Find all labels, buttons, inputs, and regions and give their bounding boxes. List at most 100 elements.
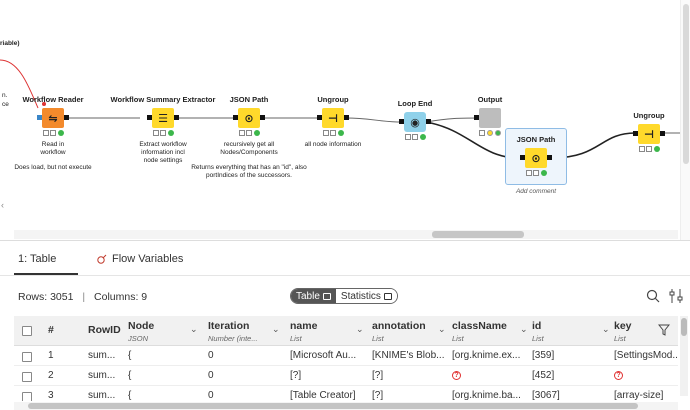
- cell-classname: [org.knime.ex...: [452, 350, 521, 361]
- output-panel: 1: Table Flow Variables Rows: 3051 | Col…: [0, 240, 690, 410]
- search-icon[interactable]: [646, 289, 660, 303]
- cell-node: {: [128, 370, 132, 381]
- cell-key: [SettingsMod...: [614, 350, 678, 361]
- table-horizontal-scrollbar[interactable]: [14, 402, 678, 410]
- chevron-down-icon[interactable]: ⌄: [272, 324, 280, 335]
- cell-classname: [org.knime.ba...: [452, 390, 521, 401]
- output-port[interactable]: [174, 115, 179, 120]
- chevron-down-icon[interactable]: ⌄: [356, 324, 364, 335]
- node-status: [152, 130, 174, 137]
- output-port[interactable]: [64, 115, 69, 120]
- column-header-id[interactable]: id List ⌄: [532, 316, 614, 345]
- node-description: all node information: [304, 141, 362, 148]
- columns-count: Columns: 9: [94, 291, 148, 303]
- cell-iteration: 0: [208, 370, 214, 381]
- canvas-vertical-scrollbar[interactable]: [680, 0, 690, 240]
- column-header-iteration[interactable]: Iteration Number (inte... ⌄: [204, 316, 286, 345]
- node-title: JSON Path: [516, 135, 556, 144]
- scrollbar-thumb[interactable]: [681, 318, 687, 336]
- panel-tabs: 1: Table Flow Variables: [0, 241, 690, 276]
- row-checkbox[interactable]: [22, 392, 32, 401]
- cell-name: [?]: [290, 370, 302, 381]
- row-column-count: Rows: 3051 | Columns: 9: [18, 291, 147, 303]
- node-ungroup-2[interactable]: Ungroup ⊣: [589, 110, 690, 153]
- node-title: Ungroup: [633, 111, 665, 120]
- scrollbar-thumb[interactable]: [432, 231, 524, 238]
- output-port[interactable]: [547, 155, 552, 160]
- view-toggle-statistics[interactable]: Statistics: [335, 289, 397, 303]
- cell-name: [Microsoft Au...: [290, 350, 357, 361]
- row-checkbox[interactable]: [22, 372, 32, 382]
- summary-extractor-icon: ☰: [147, 108, 179, 128]
- column-header-node[interactable]: Node JSON ⌄: [122, 316, 204, 345]
- cell-annotation: [KNIME's Blob...: [372, 350, 445, 361]
- select-all-checkbox[interactable]: [22, 326, 32, 336]
- ungroup-icon: ⊣: [317, 108, 349, 128]
- workflow-canvas[interactable]: riable) n. ce Workflow Reader ⇋ Read in …: [0, 0, 690, 240]
- statistics-view-icon: [383, 292, 392, 300]
- scrollbar-thumb[interactable]: [683, 4, 689, 164]
- canvas-horizontal-scrollbar[interactable]: [14, 230, 678, 239]
- node-status: [525, 170, 547, 177]
- column-header-name[interactable]: name List ⌄: [286, 316, 368, 345]
- scroll-left-icon[interactable]: ‹: [1, 200, 4, 210]
- chevron-down-icon[interactable]: ⌄: [520, 324, 528, 335]
- output-port[interactable]: [660, 131, 665, 136]
- add-comment-label[interactable]: Add comment: [500, 188, 572, 195]
- node-status: [238, 130, 260, 137]
- cell-node: {: [128, 350, 132, 361]
- node-status: [322, 130, 344, 137]
- row-id: sum...: [88, 370, 116, 381]
- row-index: 2: [48, 370, 54, 381]
- column-settings-icon[interactable]: [669, 288, 683, 304]
- row-checkbox[interactable]: [22, 352, 32, 362]
- select-all-cell: [14, 316, 42, 345]
- table-row[interactable]: 1 sum... { 0 [Microsoft Au... [KNIME's B…: [14, 346, 678, 366]
- node-status: [42, 130, 64, 137]
- view-toggle-table[interactable]: Table: [291, 289, 336, 303]
- output-icon: [474, 108, 501, 128]
- input-port[interactable]: [474, 115, 479, 120]
- column-header-classname[interactable]: className List ⌄: [450, 316, 532, 345]
- column-header-index: #: [48, 324, 54, 336]
- partial-label: riable): [0, 40, 20, 47]
- cell-key-missing: ?: [614, 366, 678, 385]
- cell-annotation: [?]: [372, 390, 384, 401]
- json-path-icon: ⊙: [233, 108, 265, 128]
- table-vertical-scrollbar[interactable]: [680, 316, 688, 396]
- tab-table[interactable]: 1: Table: [18, 253, 56, 265]
- chevron-down-icon[interactable]: ⌄: [602, 324, 610, 335]
- rows-count: Rows: 3051: [18, 291, 74, 303]
- data-table: # RowID Node JSON ⌄ Iteration Number (in…: [14, 316, 678, 401]
- cell-iteration: 0: [208, 350, 214, 361]
- node-description: Read in workflow: [40, 141, 66, 156]
- chevron-down-icon[interactable]: ⌄: [438, 324, 446, 335]
- column-header-rowid[interactable]: RowID: [80, 316, 122, 345]
- scrollbar-thumb[interactable]: [28, 403, 638, 409]
- node-note: Does load, but not execute: [14, 164, 92, 171]
- view-toggle: Table Statistics: [290, 288, 398, 304]
- node-title: Workflow Reader: [22, 95, 84, 104]
- cell-key: [array-size]: [614, 390, 664, 401]
- count-separator: |: [82, 291, 86, 303]
- row-index: 1: [48, 350, 54, 361]
- cell-name: [Table Creator]: [290, 390, 356, 401]
- node-workflow-reader[interactable]: Workflow Reader ⇋ Read in workflow Does …: [0, 94, 113, 172]
- node-title: Output: [477, 95, 503, 104]
- node-status: [404, 134, 426, 141]
- cell-iteration: 0: [208, 390, 214, 401]
- filter-icon[interactable]: [658, 324, 670, 336]
- node-json-path-selected[interactable]: JSON Path ⊙: [476, 134, 596, 177]
- column-header-annotation[interactable]: annotation List ⌄: [368, 316, 450, 345]
- table-row[interactable]: 2 sum... { 0 [?] [?] ? [452] ?: [14, 366, 678, 386]
- ungroup-icon: ⊣: [633, 124, 665, 144]
- table-header: # RowID Node JSON ⌄ Iteration Number (in…: [14, 316, 678, 346]
- cell-classname-missing: ?: [452, 366, 530, 385]
- flow-variables-icon: [97, 254, 107, 264]
- table-row[interactable]: 3 sum... { 0 [Table Creator] [?] [org.kn…: [14, 386, 678, 401]
- output-port[interactable]: [260, 115, 265, 120]
- tab-flow-variables[interactable]: Flow Variables: [96, 253, 183, 265]
- chevron-down-icon[interactable]: ⌄: [190, 324, 198, 335]
- output-port[interactable]: [344, 115, 349, 120]
- row-id: sum...: [88, 390, 116, 401]
